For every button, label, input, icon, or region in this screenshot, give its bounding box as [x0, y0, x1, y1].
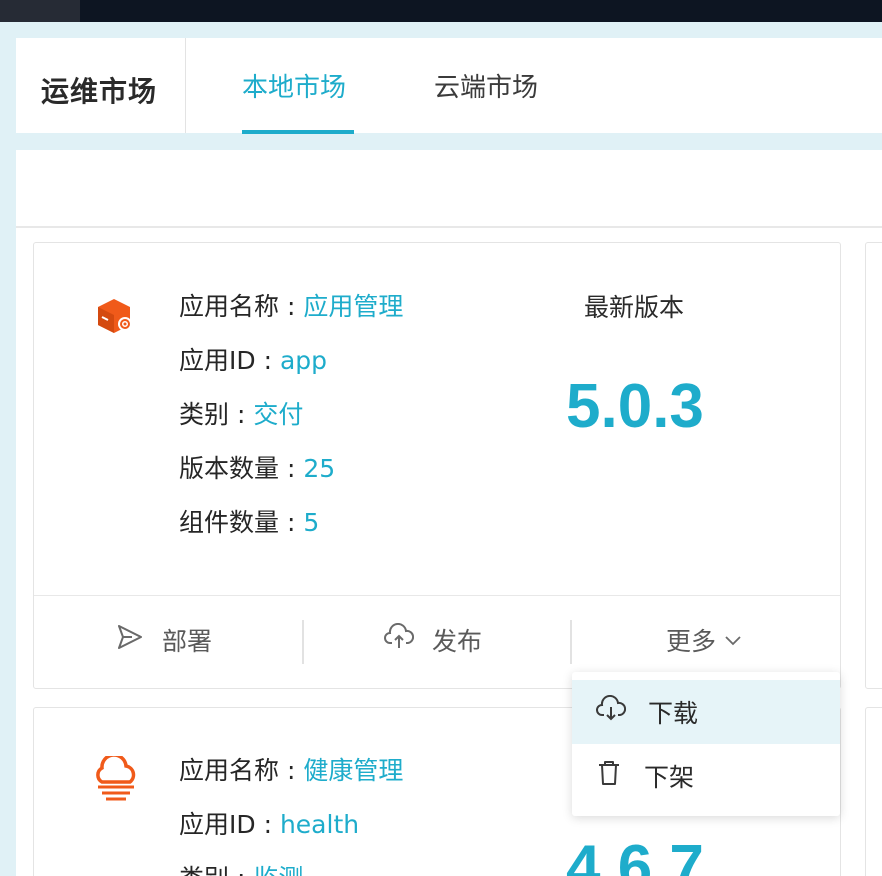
category-value: 监测: [253, 864, 303, 876]
components-label: 组件数量 :: [179, 508, 304, 537]
send-icon: [116, 623, 162, 657]
download-menu-item[interactable]: 下载: [572, 680, 840, 744]
category-row: 类别 : 监测: [179, 852, 403, 876]
app-id-value: health: [279, 810, 360, 839]
app-id-label: 应用ID :: [179, 346, 280, 375]
category-label: 类别 :: [179, 400, 254, 429]
download-label: 下载: [648, 699, 699, 728]
more-label: 更多: [666, 627, 717, 656]
more-button[interactable]: 更多: [666, 622, 760, 658]
components-row: 组件数量 : 5: [179, 496, 403, 550]
cloud-download-icon: [596, 694, 648, 729]
top-bar-corner: [0, 0, 80, 22]
filter-divider: [16, 226, 882, 228]
market-header: 运维市场 本地市场 云端市场: [16, 38, 882, 134]
active-tab-indicator: [242, 130, 354, 134]
app-name-value[interactable]: 应用管理: [303, 292, 403, 321]
app-card: 应用名称 : 应用管理 应用ID : app 类别 : 交付 版本数量 : 25…: [33, 242, 841, 689]
app-id-value: app: [279, 346, 328, 375]
latest-version-number: 5.0.3: [566, 372, 704, 441]
latest-version-number: 4.6.7: [566, 833, 704, 876]
tab-local-market[interactable]: 本地市场: [242, 67, 346, 104]
deploy-label: 部署: [162, 627, 213, 656]
app-id-row: 应用ID : health: [179, 798, 403, 852]
category-label: 类别 :: [179, 864, 253, 876]
box-gear-icon: [94, 295, 136, 341]
app-name-label: 应用名称 :: [179, 756, 304, 785]
trash-icon: [596, 759, 644, 793]
cloud-upload-icon: [384, 622, 432, 657]
app-name-row: 应用名称 : 健康管理: [179, 744, 403, 798]
versions-row: 版本数量 : 25: [179, 442, 403, 496]
latest-version-label: 最新版本: [584, 293, 685, 322]
chevron-down-icon: [724, 626, 760, 655]
app-name-label: 应用名称 :: [179, 292, 304, 321]
action-separator: [302, 620, 304, 664]
action-separator: [570, 620, 572, 664]
category-row: 类别 : 交付: [179, 388, 403, 442]
cloud-icon: [92, 753, 140, 808]
components-value: 5: [303, 508, 320, 537]
top-bar: [0, 0, 882, 22]
app-info: 应用名称 : 应用管理 应用ID : app 类别 : 交付 版本数量 : 25…: [179, 280, 403, 550]
deploy-button[interactable]: 部署: [116, 622, 212, 658]
app-name-row: 应用名称 : 应用管理: [179, 280, 403, 334]
app-id-label: 应用ID :: [179, 810, 280, 839]
app-card-partial: [865, 707, 882, 876]
app-id-row: 应用ID : app: [179, 334, 403, 388]
header-divider: [185, 38, 186, 133]
category-value: 交付: [253, 400, 304, 429]
app-name-value[interactable]: 健康管理: [303, 756, 403, 785]
unpublish-label: 下架: [644, 763, 695, 792]
publish-label: 发布: [432, 627, 483, 656]
publish-button[interactable]: 发布: [384, 622, 482, 658]
page-title: 运维市场: [41, 75, 158, 108]
versions-value: 25: [303, 454, 336, 483]
tab-cloud-market[interactable]: 云端市场: [434, 67, 538, 104]
app-info: 应用名称 : 健康管理 应用ID : health 类别 : 监测: [179, 744, 403, 876]
app-card-partial: [865, 242, 882, 689]
unpublish-menu-item[interactable]: 下架: [572, 744, 840, 808]
more-dropdown-menu: 下载 下架: [572, 672, 840, 816]
versions-label: 版本数量 :: [179, 454, 304, 483]
